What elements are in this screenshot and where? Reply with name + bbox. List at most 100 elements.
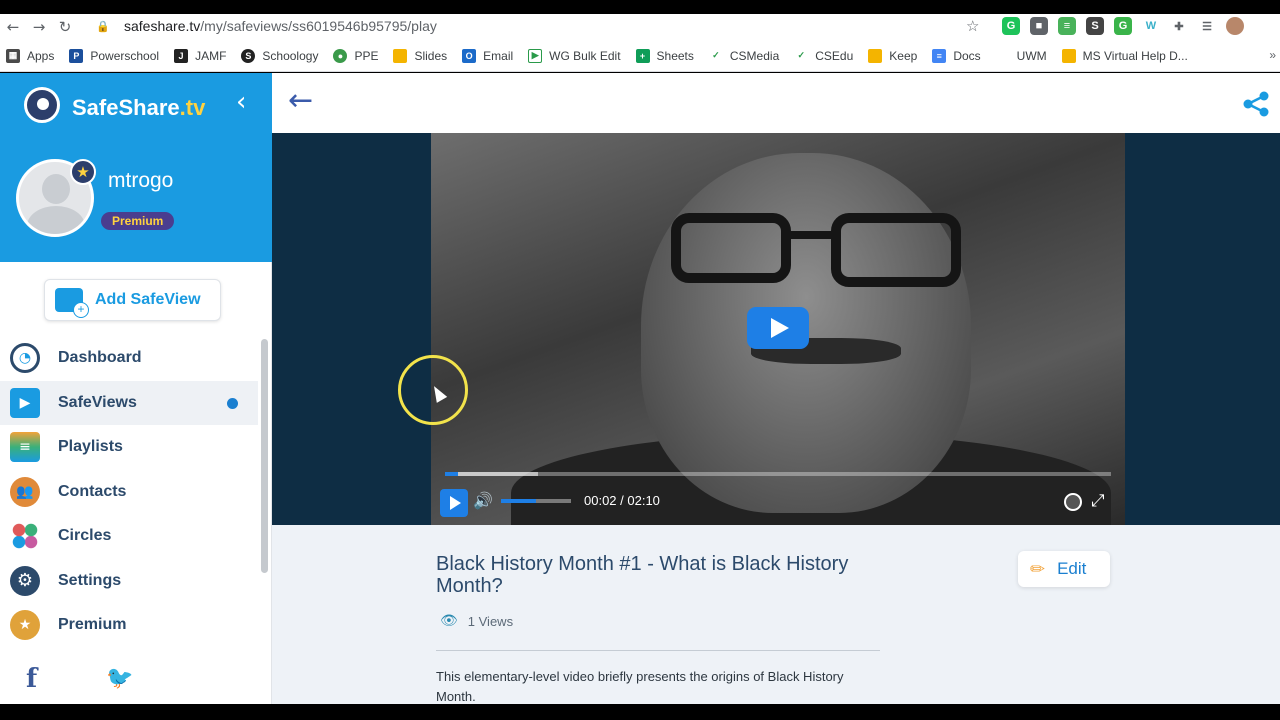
premium-badge: Premium	[101, 212, 175, 230]
profile-panel: ★ mtrogo Premium	[0, 135, 272, 262]
volume-slider[interactable]	[501, 499, 571, 503]
bookmark-sheets[interactable]: + Sheets	[635, 48, 694, 63]
bookmark-uwm[interactable]: UWM	[995, 48, 1047, 63]
divider	[436, 650, 880, 651]
volume-icon[interactable]: 🔊	[473, 491, 493, 510]
add-safeview-button[interactable]: Add SafeView	[44, 279, 221, 321]
lock-icon: 🔒	[96, 19, 110, 33]
keep-icon	[868, 48, 883, 63]
progress-bar[interactable]	[445, 472, 1111, 476]
bookmark-schoology[interactable]: S Schoology	[241, 48, 318, 63]
extension-s-icon[interactable]: S	[1086, 17, 1104, 35]
bookmark-jamf[interactable]: J JAMF	[174, 48, 226, 63]
browser-toolbar: ← → ↻ 🔒 safeshare.tv/my/safeviews/ss6019…	[0, 14, 1280, 40]
jamf-icon: J	[174, 48, 189, 63]
outlook-icon: O	[462, 48, 477, 63]
main-header: ←	[272, 73, 1280, 133]
contacts-icon: 👥	[10, 476, 40, 507]
big-play-button[interactable]	[747, 307, 809, 349]
username: mtrogo	[108, 169, 174, 192]
extension-form-icon[interactable]: ≡	[1058, 17, 1076, 35]
premium-icon: ★	[10, 610, 40, 641]
circles-icon	[10, 521, 40, 552]
sidebar-item-safeviews[interactable]: ▶ SafeViews	[0, 380, 258, 425]
url-host: safeshare.tv	[124, 18, 201, 34]
extensions-puzzle-icon[interactable]: ✚	[1170, 17, 1188, 35]
main-content: ← 🔊 00:02 / 02:10 ⤢ Black History Month …	[272, 73, 1280, 704]
twitter-icon[interactable]: 🐦	[106, 666, 133, 691]
eye-icon: 👁	[440, 613, 458, 629]
ppe-icon: ●	[333, 48, 348, 63]
play-square-icon: ▶	[528, 48, 543, 63]
bookmark-apps[interactable]: ▦ Apps	[6, 48, 54, 63]
share-icon[interactable]	[1242, 91, 1270, 117]
gear-icon: ⚙	[10, 565, 40, 596]
fullscreen-icon[interactable]: ⤢	[1091, 491, 1105, 511]
bookmark-docs[interactable]: ≡ Docs	[932, 48, 981, 63]
dashboard-icon: ◔	[10, 343, 40, 374]
video-frame-glasses-left	[671, 213, 791, 283]
bookmarks-more-icon[interactable]: »	[1269, 48, 1276, 62]
bookmark-star-icon[interactable]: ☆	[966, 17, 979, 35]
powerschool-icon: P	[69, 48, 84, 63]
extension-grammarly-icon[interactable]: G	[1002, 17, 1020, 35]
sidebar-item-playlists[interactable]: ≡ Playlists	[0, 425, 258, 470]
bookmark-powerschool[interactable]: P Powerschool	[69, 48, 159, 63]
bookmark-csmedia[interactable]: ✓ CSMedia	[708, 48, 779, 63]
sidebar-item-dashboard[interactable]: ◔ Dashboard	[0, 336, 258, 381]
sidebar-item-settings[interactable]: ⚙ Settings	[0, 559, 258, 604]
bookmark-csedu[interactable]: ✓ CSEdu	[794, 48, 853, 63]
video-frame-glasses-right	[831, 213, 961, 287]
apps-grid-icon: ▦	[6, 48, 20, 63]
extension-g-plus-icon[interactable]: G	[1114, 17, 1132, 35]
brand-name[interactable]: SafeShare.tv	[72, 95, 205, 121]
extension-square-icon[interactable]: ■	[1030, 17, 1048, 35]
forward-icon[interactable]: →	[26, 16, 52, 38]
playlists-icon: ≡	[10, 432, 40, 463]
bookmark-ms-virtual-help[interactable]: MS Virtual Help D...	[1061, 48, 1188, 63]
extension-w-icon[interactable]: W	[1142, 17, 1160, 35]
bookmark-wg-bulk-edit[interactable]: ▶ WG Bulk Edit	[528, 48, 621, 63]
sidebar-item-contacts[interactable]: 👥 Contacts	[0, 470, 258, 515]
back-arrow-icon[interactable]: ←	[288, 83, 313, 118]
safeviews-icon: ▶	[10, 387, 40, 418]
collapse-sidebar-icon[interactable]: ‹	[236, 87, 246, 117]
safeshare-logo-icon[interactable]	[24, 87, 60, 123]
bookmarks-bar: ▦ Apps P Powerschool J JAMF S Schoology ● PPE…	[0, 40, 1280, 72]
social-links: f 🐦	[0, 658, 272, 704]
sidebar-scrollbar[interactable]	[261, 339, 268, 573]
progress-buffered	[445, 472, 539, 476]
docs-icon: ≡	[932, 48, 947, 63]
address-bar[interactable]: 🔒 safeshare.tv/my/safeviews/ss6019546b95…	[96, 14, 994, 38]
bookmark-email[interactable]: O Email	[462, 48, 513, 63]
sidebar-item-premium[interactable]: ★ Premium	[0, 603, 258, 648]
screen-bottom-border	[0, 704, 1280, 720]
premium-star-icon: ★	[70, 159, 96, 185]
video-player[interactable]: 🔊 00:02 / 02:10 ⤢	[431, 133, 1125, 525]
bookmark-slides[interactable]: Slides	[393, 48, 447, 63]
facebook-icon[interactable]: f	[26, 664, 37, 694]
sidebar-item-circles[interactable]: Circles	[0, 514, 258, 559]
schoology-icon: S	[241, 48, 256, 63]
add-video-icon	[55, 288, 89, 318]
bookmark-ppe[interactable]: ● PPE	[333, 48, 378, 63]
back-icon[interactable]: ←	[0, 16, 26, 38]
view-count: 👁 1 Views	[440, 613, 514, 629]
active-indicator-dot	[227, 397, 238, 409]
profile-avatar-icon[interactable]	[1226, 17, 1244, 35]
url-path: /my/safeviews/ss6019546b95795/play	[200, 18, 437, 34]
video-title: Black History Month #1 - What is Black H…	[436, 553, 849, 597]
bookmark-keep[interactable]: Keep	[868, 48, 917, 63]
playback-speed-icon[interactable]	[1064, 493, 1082, 511]
check-icon: ✓	[794, 48, 809, 63]
check-icon: ✓	[708, 48, 723, 63]
edit-button[interactable]: ✏ Edit	[1018, 551, 1110, 587]
reading-list-icon[interactable]: ☰	[1198, 17, 1216, 35]
screen-top-border	[0, 0, 1280, 14]
reload-icon[interactable]: ↻	[52, 16, 78, 38]
sidebar-menu: ◔ Dashboard ▶ SafeViews ≡ Playlists 👥 Co…	[0, 336, 258, 648]
brand-header: SafeShare.tv ‹	[0, 73, 272, 135]
play-button[interactable]	[440, 489, 468, 517]
progress-played	[445, 472, 459, 476]
video-frame-glasses-bridge	[789, 231, 835, 239]
